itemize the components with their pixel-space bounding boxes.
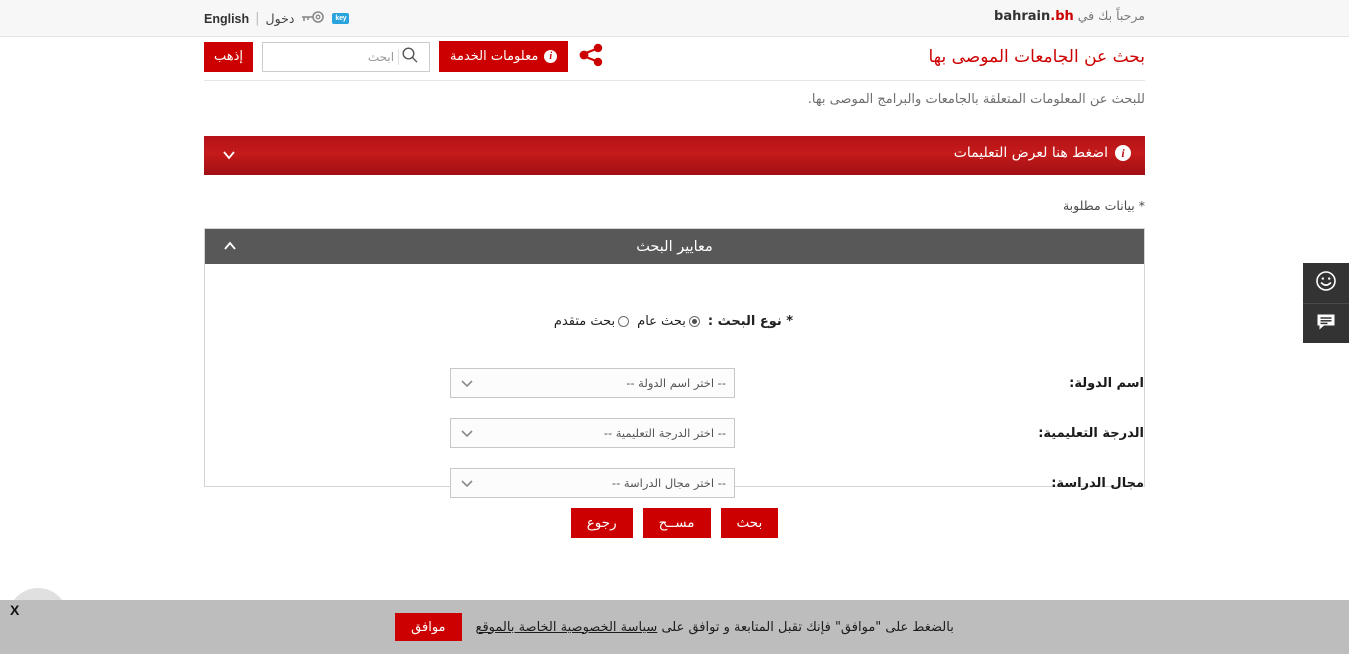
link-separator: | (255, 11, 260, 26)
radio-advanced-search-label: بحث متقدم (553, 314, 616, 329)
country-select[interactable]: -- اختر اسم الدولة -- (450, 368, 735, 398)
cookie-consent-text: بالضغط على "موافق" فإنك تقبل المتابعة و … (476, 620, 954, 635)
key-badge-label[interactable]: key (332, 13, 350, 24)
language-switch-link[interactable]: English (204, 12, 249, 26)
share-icon (579, 43, 605, 70)
go-button[interactable]: إذهب (204, 41, 254, 72)
service-toolbar: إذهب i معلومات الخدمة (204, 41, 607, 72)
form-actions: بحث مســح رجوع (204, 508, 1145, 538)
service-info-label: معلومات الخدمة (450, 49, 539, 64)
degree-select-wrapper[interactable]: -- اختر الدرجة التعليمية -- (450, 418, 735, 448)
key-icon (300, 9, 326, 28)
top-utility-bar-inner: مرحباً بك في bahrain.bh English | دخول k… (0, 0, 1349, 37)
share-button[interactable] (577, 43, 607, 70)
degree-field-label: الدرجة التعليمية: (1038, 425, 1144, 441)
chevron-down-icon[interactable] (220, 146, 238, 168)
info-icon: i (544, 50, 558, 63)
country-select-wrapper[interactable]: -- اختر اسم الدولة -- (450, 368, 735, 398)
chat-bubble-icon (1314, 310, 1338, 338)
radio-advanced-search-dot[interactable] (618, 316, 630, 327)
privacy-policy-link[interactable]: سياسة الخصوصية الخاصة بالموقع (476, 620, 658, 635)
cookie-consent-text-before: بالضغط على "موافق" فإنك تقبل المتابعة و … (661, 619, 954, 635)
cookie-agree-button[interactable]: موافق (395, 613, 462, 641)
search-type-label: * نوع البحث : (707, 314, 794, 329)
search-icon (401, 46, 419, 67)
search-submit-button[interactable] (399, 46, 423, 67)
study-field-select-wrapper[interactable]: -- اختر مجال الدراسة -- (450, 468, 735, 498)
search-criteria-panel: معايير البحث * نوع البحث : بحث عام بحث م… (203, 228, 1145, 498)
study-field-label: مجال الدراسة: (1051, 475, 1144, 491)
clear-button[interactable]: مســح (642, 508, 711, 538)
page-title: بحث عن الجامعات الموصى بها (928, 47, 1145, 67)
service-header-row: بحث عن الجامعات الموصى بها إذهب i معلوما… (0, 37, 1349, 81)
country-field-label: اسم الدولة: (1069, 375, 1144, 391)
service-info-button[interactable]: i معلومات الخدمة (439, 41, 569, 72)
info-icon: i (1115, 145, 1131, 161)
back-button[interactable]: رجوع (570, 508, 633, 538)
welcome-message: مرحباً بك في bahrain.bh (994, 8, 1145, 24)
radio-advanced-search[interactable]: بحث متقدم (553, 314, 630, 329)
instructions-banner[interactable]: i اضغط هنا لعرض التعليمات (204, 136, 1145, 175)
chevron-up-icon[interactable] (221, 238, 239, 260)
required-fields-note: * بيانات مطلوبة (1062, 198, 1145, 213)
search-criteria-title: معايير البحث (636, 238, 713, 255)
feedback-widget-button[interactable] (1303, 263, 1349, 303)
cookie-consent-bar: بالضغط على "موافق" فإنك تقبل المتابعة و … (0, 600, 1349, 654)
close-icon[interactable]: X (10, 602, 19, 618)
search-box[interactable] (262, 41, 431, 72)
instructions-banner-content: i اضغط هنا لعرض التعليمات (954, 145, 1131, 161)
study-field-select[interactable]: -- اختر مجال الدراسة -- (450, 468, 735, 498)
page-subtitle: للبحث عن المعلومات المتعلقة بالجامعات وا… (807, 92, 1145, 107)
search-button[interactable]: بحث (720, 508, 779, 538)
brand-name: bahrain (994, 9, 1051, 24)
cookie-consent-content: بالضغط على "موافق" فإنك تقبل المتابعة و … (0, 600, 1349, 654)
degree-select[interactable]: -- اختر الدرجة التعليمية -- (450, 418, 735, 448)
field-row-degree: الدرجة التعليمية: -- اختر الدرجة التعليم… (203, 418, 1144, 448)
brand-tld: .bh (1050, 9, 1074, 24)
instructions-banner-label: اضغط هنا لعرض التعليمات (953, 145, 1108, 161)
search-input[interactable] (281, 48, 400, 65)
radio-general-search-dot[interactable] (688, 316, 700, 327)
floating-side-widgets (1303, 263, 1349, 343)
radio-general-search[interactable]: بحث عام (637, 314, 700, 329)
search-criteria-panel-body: * نوع البحث : بحث عام بحث متقدم اسم الدو… (203, 264, 1144, 498)
feedback-smiley-icon (1314, 269, 1338, 297)
search-criteria-panel-header[interactable]: معايير البحث (205, 229, 1144, 264)
chat-widget-button[interactable] (1303, 303, 1349, 343)
welcome-prefix: مرحباً بك في (1077, 8, 1145, 23)
radio-general-search-label: بحث عام (637, 314, 686, 329)
header-divider (204, 80, 1145, 81)
top-left-links: English | دخول key (204, 0, 350, 37)
top-utility-bar: مرحباً بك في bahrain.bh English | دخول k… (0, 0, 1349, 37)
field-row-study-field: مجال الدراسة: -- اختر مجال الدراسة -- (203, 468, 1144, 498)
field-row-country: اسم الدولة: -- اختر اسم الدولة -- (203, 368, 1144, 398)
search-type-row: * نوع البحث : بحث عام بحث متقدم (203, 314, 1144, 329)
login-link[interactable]: دخول (266, 11, 295, 26)
